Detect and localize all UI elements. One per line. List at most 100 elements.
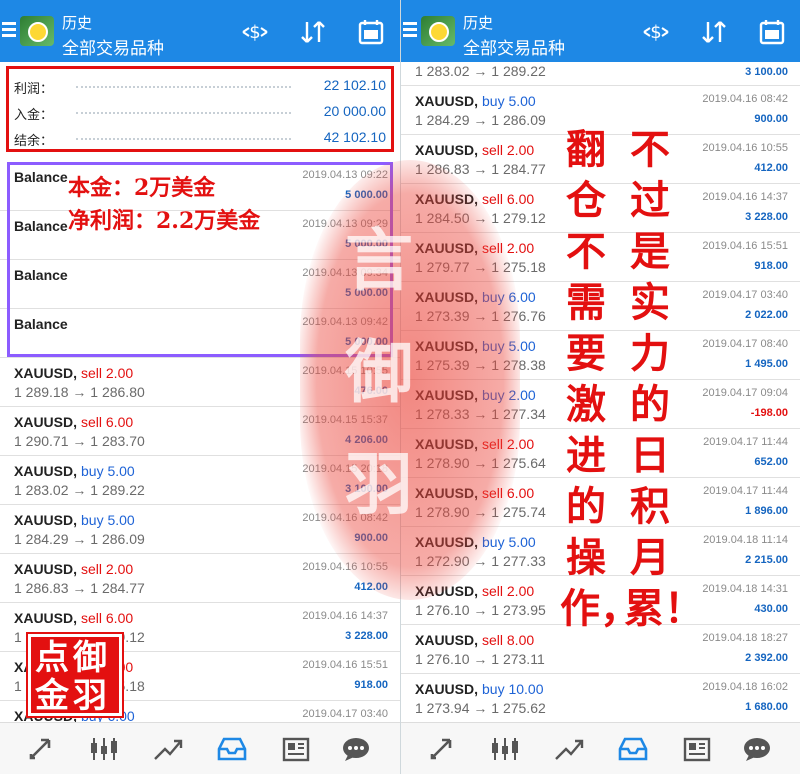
profit-value: 3 228.00: [745, 211, 788, 223]
calendar-icon[interactable]: [356, 18, 386, 46]
sort-arrows-icon[interactable]: [699, 18, 729, 46]
price-range: 1 284.29 → 1 286.09: [14, 531, 145, 547]
list-item-partial[interactable]: 1 283.02 → 1 289.22 3 100.00: [401, 58, 800, 86]
watermark-stamp-text: 点御金羽: [35, 638, 111, 716]
price-range: 1 286.83 → 1 284.77: [14, 580, 145, 596]
chart-icon[interactable]: [489, 735, 521, 763]
trade-time: 2019.04.17 03:40: [302, 708, 388, 720]
profit-value: 1 680.00: [745, 701, 788, 713]
watermark-seal-text: 言御羽: [345, 221, 414, 525]
symbol-filter[interactable]: 全部交易品种: [463, 34, 565, 59]
page-title: 历史: [463, 15, 494, 32]
price-range: 1 276.10 → 1 273.11: [415, 651, 545, 667]
chat-icon[interactable]: [741, 735, 773, 763]
profit-value: 652.00: [754, 456, 788, 468]
quotes-icon[interactable]: [26, 735, 58, 763]
price-range: 1 276.10 → 1 273.95: [415, 602, 546, 618]
trade-time: 2019.04.17 11:44: [703, 485, 788, 497]
symbol-label: XAUUSD,: [14, 365, 78, 381]
profit-value: 918.00: [754, 260, 788, 272]
trade-side: sell 2.00: [81, 365, 134, 381]
quotes-icon[interactable]: [427, 735, 459, 763]
price-range: 1 289.18 → 1 286.80: [14, 384, 145, 400]
profit-value: 3 100.00: [745, 66, 788, 78]
metatrader-logo: [20, 16, 54, 46]
symbol-label: XAUUSD,: [415, 142, 479, 158]
trade-time: 2019.04.18 16:02: [702, 681, 788, 693]
trade-side: sell 2.00: [81, 561, 134, 577]
vertical-annotation-right: 不过是实力的日积月累！: [624, 126, 704, 632]
trade-time: 2019.04.17 09:04: [702, 387, 788, 399]
price-range: 1 283.02 → 1 289.22: [14, 482, 145, 498]
page-title: 历史: [62, 15, 93, 32]
profit-value: 900.00: [754, 113, 788, 125]
capital-annotation: 本金：2万美金: [68, 175, 216, 201]
history-icon[interactable]: [617, 735, 649, 763]
profit-value: 2 392.00: [745, 652, 788, 664]
price-range: 1 283.02 → 1 289.22: [415, 63, 546, 79]
trade-side: sell 6.00: [81, 610, 134, 626]
profit-value: 1 896.00: [745, 505, 788, 517]
trade-icon[interactable]: [553, 735, 585, 763]
sort-arrows-icon[interactable]: [298, 18, 328, 46]
trade-side: sell 6.00: [482, 191, 535, 207]
trade-side: sell 6.00: [81, 414, 134, 430]
symbol-label: XAUUSD,: [415, 93, 479, 109]
trade-side: sell 8.00: [482, 632, 535, 648]
table-row[interactable]: XAUUSD, buy 10.00 1 273.94 → 1 275.62 2019.…: [401, 674, 800, 723]
trade-side: buy 5.00: [81, 512, 135, 528]
symbol-label: XAUUSD,: [14, 561, 78, 577]
calendar-icon[interactable]: [757, 18, 787, 46]
bottom-nav: [0, 722, 400, 774]
symbol-label: XAUUSD,: [14, 512, 78, 528]
chart-icon[interactable]: [88, 735, 120, 763]
price-range: 1 290.71 → 1 283.70: [14, 433, 145, 449]
news-icon[interactable]: [280, 735, 312, 763]
symbol-label: XAUUSD,: [14, 610, 78, 626]
trade-time: 2019.04.17 08:40: [702, 338, 788, 350]
svg-text:$: $: [650, 22, 661, 43]
symbol-filter[interactable]: 全部交易品种: [62, 34, 164, 59]
trade-time: 2019.04.16 10:55: [702, 142, 788, 154]
watermark-stamp: 点御金羽: [26, 632, 124, 718]
trade-icon[interactable]: [152, 735, 184, 763]
trade-time: 2019.04.16 08:42: [702, 93, 788, 105]
chat-icon[interactable]: [340, 735, 372, 763]
trade-time: 2019.04.18 18:27: [702, 632, 788, 644]
trade-time: 2019.04.18 14:31: [702, 583, 788, 595]
symbol-label: XAUUSD,: [14, 414, 78, 430]
profit-value: 3 228.00: [345, 630, 388, 642]
metatrader-logo: [421, 16, 455, 46]
symbol-label: XAUUSD,: [415, 681, 479, 697]
trade-time: 2019.04.17 11:44: [703, 436, 788, 448]
menu-icon[interactable]: [403, 22, 417, 40]
trade-time: 2019.04.16 15:51: [702, 240, 788, 252]
dollar-sort-icon[interactable]: $: [240, 18, 270, 46]
profit-value: 1 495.00: [745, 358, 788, 370]
trade-side: buy 10.00: [482, 681, 544, 697]
trade-side: sell 2.00: [482, 583, 535, 599]
trade-time: 2019.04.17 03:40: [702, 289, 788, 301]
symbol-label: XAUUSD,: [415, 632, 479, 648]
profit-value: 918.00: [354, 679, 388, 691]
bottom-nav: [401, 722, 800, 774]
symbol-label: XAUUSD,: [14, 463, 78, 479]
trade-side: buy 5.00: [482, 93, 536, 109]
trade-time: 2019.04.18 11:14: [703, 534, 788, 546]
profit-value: 430.00: [754, 603, 788, 615]
net-profit-annotation: 净利润：2.2万美金: [68, 208, 261, 234]
profit-value: -198.00: [750, 407, 788, 419]
table-row[interactable]: XAUUSD, sell 2.00 1 286.83 → 1 284.77 2019.…: [0, 554, 400, 603]
profit-value: 2 215.00: [745, 554, 788, 566]
profit-value: 412.00: [754, 162, 788, 174]
vertical-annotation-left: 翻仓不需要激进的操作，: [560, 126, 640, 632]
trade-side: sell 2.00: [482, 142, 535, 158]
dollar-sort-icon[interactable]: $: [641, 18, 671, 46]
history-icon[interactable]: [216, 735, 248, 763]
price-range: 1 273.94 → 1 275.62: [415, 700, 546, 716]
svg-text:$: $: [249, 22, 260, 43]
trade-time: 2019.04.16 14:37: [302, 610, 388, 622]
trade-time: 2019.04.16 14:37: [702, 191, 788, 203]
news-icon[interactable]: [681, 735, 713, 763]
menu-icon[interactable]: [2, 22, 16, 40]
